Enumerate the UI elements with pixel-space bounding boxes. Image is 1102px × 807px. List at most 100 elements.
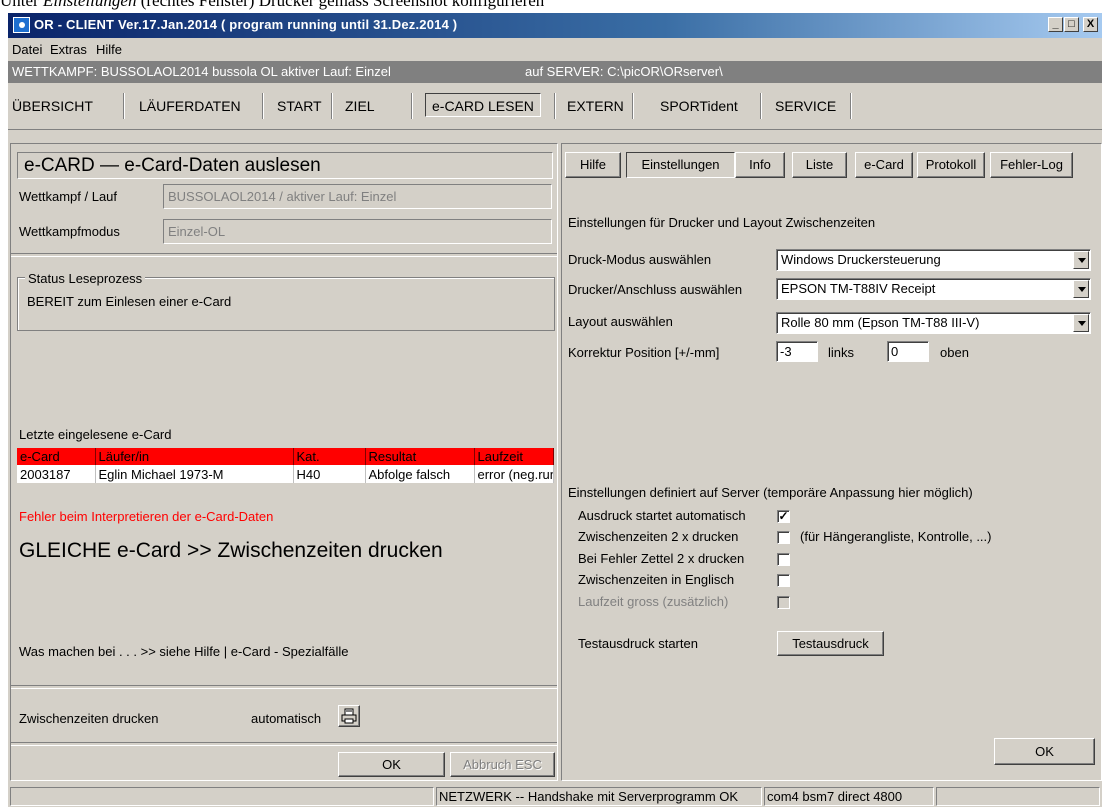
wettkampf-label: Wettkampf / Lauf — [19, 189, 118, 204]
tab-hilfe[interactable]: Hilfe — [565, 152, 621, 178]
option-note: (für Hängerangliste, Kontrolle, ...) — [800, 529, 992, 544]
divider — [11, 742, 557, 746]
menu-datei[interactable]: Datei — [12, 42, 42, 57]
layout-value: Rolle 80 mm (Epson TM-T88 III-V) — [781, 315, 980, 330]
druck-modus-select[interactable]: Windows Druckersteuerung — [776, 249, 1091, 271]
option-auto-print-checkbox[interactable]: ✓ — [777, 510, 790, 523]
status-group-label: Status Leseprozess — [25, 271, 146, 286]
table-cell: 2003187 — [17, 465, 96, 483]
last-ecard-label: Letzte eingelesene e-Card — [19, 427, 172, 442]
divider — [11, 685, 557, 689]
modus-label: Wettkampfmodus — [19, 224, 120, 239]
nav-separator — [262, 93, 264, 119]
layout-select[interactable]: Rolle 80 mm (Epson TM-T88 III-V) — [776, 312, 1091, 334]
window-title: OR - CLIENT Ver.17.Jan.2014 ( program ru… — [34, 17, 458, 32]
status-bar: NETZWERK -- Handshake mit Serverprogramm… — [8, 783, 1102, 807]
tab-liste[interactable]: Liste — [792, 152, 847, 178]
network-status: NETZWERK -- Handshake mit Serverprogramm… — [436, 787, 762, 806]
chevron-down-icon[interactable] — [1073, 314, 1089, 332]
nav-laeuferdaten[interactable]: LÄUFERDATEN — [139, 98, 241, 114]
nav-ecard-lesen[interactable]: e-CARD LESEN — [425, 93, 541, 117]
minimize-button[interactable]: _ — [1048, 17, 1063, 32]
table-header-row: e-Card Läufer/in Kat. Resultat Laufzeit — [17, 448, 554, 465]
option-label: Ausdruck startet automatisch — [578, 508, 746, 523]
status-panel-empty — [10, 787, 434, 806]
main-nav: ÜBERSICHT LÄUFERDATEN START ZIEL e-CARD … — [8, 85, 1102, 130]
close-button[interactable]: X — [1083, 17, 1098, 32]
ok-button[interactable]: OK — [338, 752, 445, 777]
tab-protokoll[interactable]: Protokoll — [917, 152, 985, 178]
option-label: Bei Fehler Zettel 2 x drucken — [578, 551, 745, 566]
layout-label: Layout auswählen — [568, 314, 673, 329]
column-header[interactable]: Läufer/in — [95, 448, 294, 465]
drucker-select[interactable]: EPSON TM-T88IV Receipt — [776, 278, 1091, 300]
status-panel-empty — [936, 787, 1100, 806]
druck-modus-label: Druck-Modus auswählen — [568, 252, 712, 267]
nav-uebersicht[interactable]: ÜBERSICHT — [12, 98, 93, 114]
nav-start[interactable]: START — [277, 98, 322, 114]
option-label: Laufzeit gross (zusätzlich) — [578, 594, 729, 609]
nav-ziel[interactable]: ZIEL — [345, 98, 375, 114]
tab-ecard[interactable]: e-Card — [855, 152, 913, 178]
maximize-button[interactable]: □ — [1064, 17, 1079, 32]
help-hint: Was machen bei . . . >> siehe Hilfe | e-… — [19, 644, 349, 659]
wettkampf-field: BUSSOLAOL2014 / aktiver Lauf: Einzel — [163, 184, 552, 209]
option-label: Zwischenzeiten 2 x drucken — [578, 529, 739, 544]
section-title: Einstellungen für Drucker und Layout Zwi… — [568, 215, 876, 230]
modus-field: Einzel-OL — [163, 219, 552, 244]
test-print-button[interactable]: Testausdruck — [777, 631, 884, 656]
menu-bar: Datei Extras Hilfe — [8, 38, 1102, 60]
option-label: Zwischenzeiten in Englisch — [578, 572, 735, 587]
tab-info[interactable]: Info — [735, 152, 785, 178]
server-info: auf SERVER: C:\picOR\ORserver\ — [525, 64, 723, 79]
nav-separator — [850, 93, 852, 119]
nav-separator — [331, 93, 333, 119]
menu-hilfe[interactable]: Hilfe — [96, 42, 122, 57]
nav-separator — [123, 93, 125, 119]
links-label: links — [828, 345, 855, 360]
nav-extern[interactable]: EXTERN — [567, 98, 624, 114]
app-window: OR - CLIENT Ver.17.Jan.2014 ( program ru… — [8, 13, 1102, 807]
menu-extras[interactable]: Extras — [50, 42, 87, 57]
column-header[interactable]: Resultat — [365, 448, 475, 465]
table-cell: error (neg.run — [474, 465, 554, 483]
big-status-message: GLEICHE e-Card >> Zwischenzeiten drucken — [19, 539, 443, 562]
chevron-down-icon[interactable] — [1073, 251, 1089, 269]
column-header[interactable]: e-Card — [17, 448, 96, 465]
korrektur-oben-input[interactable]: 0 — [887, 341, 929, 362]
table-cell: H40 — [293, 465, 366, 483]
page-caption: Unter Einstellungen (rechtes Fenster) Dr… — [0, 0, 544, 11]
option-print-twice-checkbox[interactable] — [777, 531, 790, 544]
chevron-down-icon[interactable] — [1073, 280, 1089, 298]
korrektur-links-input[interactable]: -3 — [776, 341, 818, 362]
table-row[interactable]: 2003187 Eglin Michael 1973-M H40 Abfolge… — [17, 465, 554, 483]
right-panel: Hilfe Einstellungen Info Liste e-Card Pr… — [561, 143, 1102, 781]
right-ok-button[interactable]: OK — [994, 738, 1095, 765]
caption-italic: Einstellungen — [42, 0, 137, 10]
option-large-time-checkbox[interactable] — [777, 596, 790, 609]
drucker-label: Drucker/Anschluss auswählen — [568, 282, 743, 297]
column-header[interactable]: Laufzeit — [474, 448, 554, 465]
tab-einstellungen[interactable]: Einstellungen — [626, 152, 735, 178]
nav-separator — [554, 93, 556, 119]
nav-separator — [411, 93, 413, 119]
print-mode-label: automatisch — [251, 711, 322, 726]
port-status: com4 bsm7 direct 4800 — [764, 787, 934, 806]
column-header[interactable]: Kat. — [293, 448, 366, 465]
error-message: Fehler beim Interpretieren der e-Card-Da… — [19, 509, 274, 524]
option-error-twice-checkbox[interactable] — [777, 553, 790, 566]
tab-fehler-log[interactable]: Fehler-Log — [990, 152, 1073, 178]
drucker-value: EPSON TM-T88IV Receipt — [781, 281, 936, 296]
printer-button[interactable] — [338, 705, 360, 727]
option-english-checkbox[interactable] — [777, 574, 790, 587]
nav-sportident[interactable]: SPORTident — [660, 98, 738, 114]
nav-service[interactable]: SERVICE — [775, 98, 836, 114]
caption-suffix: (rechtes Fenster) Drucker gemäss Screens… — [136, 0, 545, 10]
title-bar[interactable]: OR - CLIENT Ver.17.Jan.2014 ( program ru… — [8, 13, 1102, 38]
competition-info-bar: WETTKAMPF: BUSSOLAOL2014 bussola OL akti… — [8, 61, 1102, 83]
oben-label: oben — [940, 345, 969, 360]
korrektur-label: Korrektur Position [+/-mm] — [568, 345, 720, 360]
competition-info: WETTKAMPF: BUSSOLAOL2014 bussola OL akti… — [12, 64, 391, 79]
table-cell: Abfolge falsch — [365, 465, 475, 483]
abbruch-button[interactable]: Abbruch ESC — [450, 752, 555, 777]
